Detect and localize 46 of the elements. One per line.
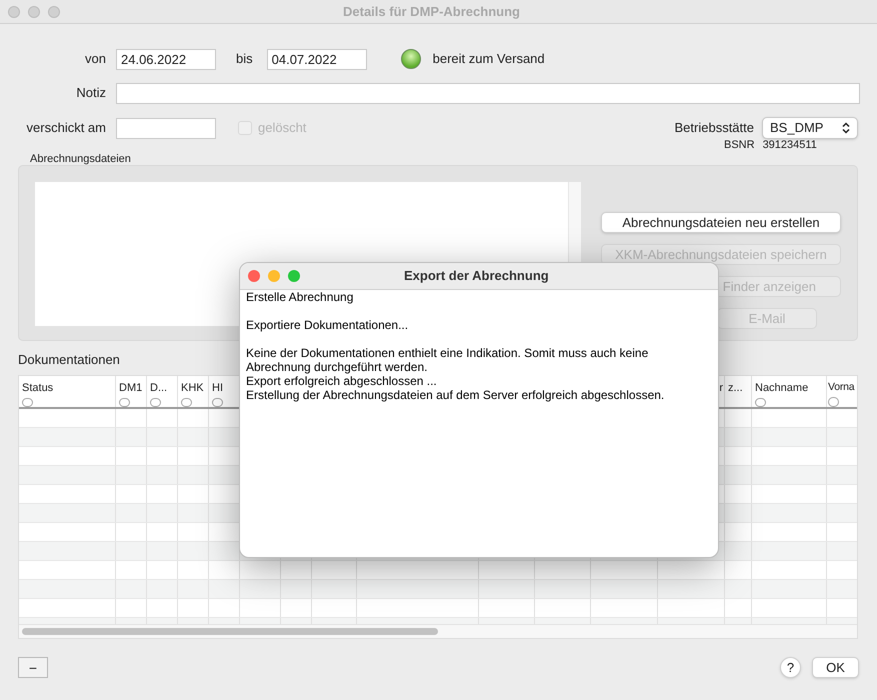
field-label: BSNR (724, 138, 755, 153)
action-button[interactable]: Abrechnungsdateien neu erstellen (601, 212, 841, 232)
window-control-icon[interactable] (248, 270, 260, 282)
help-button[interactable]: ? (780, 657, 801, 678)
checkbox-label: gelöscht (258, 119, 306, 138)
group-title: Abrechnungsdateien (30, 152, 131, 164)
window-control-icon[interactable] (288, 270, 300, 282)
dialog-title: Export der Abrechnung (404, 267, 549, 286)
window-control-icon[interactable] (48, 6, 60, 18)
field-label: von (84, 50, 106, 68)
window-control-icon[interactable] (8, 6, 20, 18)
radio-icon[interactable] (755, 398, 766, 406)
radio-icon[interactable] (212, 398, 223, 406)
column-header[interactable]: Status (22, 380, 112, 396)
scrollbar-thumb[interactable] (22, 628, 438, 634)
remove-button[interactable]: − (18, 657, 48, 678)
ok-button[interactable]: OK (812, 657, 859, 678)
radio-icon[interactable] (119, 398, 130, 406)
window-title: Details für DMP-Abrechnung (343, 2, 520, 21)
column-header[interactable]: HI (212, 380, 236, 396)
chevron-icon (842, 122, 850, 134)
input-field[interactable] (116, 82, 860, 104)
radio-icon[interactable] (150, 398, 161, 406)
radio-icon[interactable] (828, 397, 839, 406)
field-label: verschickt am (26, 119, 106, 138)
input-field[interactable]: 24.06.2022 (116, 48, 216, 70)
select-dropdown[interactable]: BS_DMP (762, 117, 858, 139)
window-control-icon[interactable] (268, 270, 280, 282)
input-field[interactable] (116, 118, 216, 138)
column-header[interactable]: r (719, 380, 723, 396)
section-title: Dokumentationen (18, 350, 120, 366)
bsnr-value: 391234511 (762, 138, 817, 153)
field-label: bis (236, 50, 253, 68)
radio-icon[interactable] (22, 398, 33, 406)
status-text: bereit zum Versand (432, 50, 545, 68)
window-control-icon[interactable] (28, 6, 40, 18)
column-header[interactable]: z... (728, 380, 748, 396)
column-header[interactable]: DM1 (119, 380, 143, 396)
column-header[interactable]: Nachname (755, 380, 823, 396)
column-header[interactable]: D... (150, 380, 174, 396)
column-header[interactable]: KHK (181, 380, 205, 396)
column-header[interactable]: Vorna (828, 380, 857, 396)
input-field[interactable]: 04.07.2022 (266, 48, 367, 70)
field-label: Betriebsstätte (674, 119, 754, 138)
field-label: Notiz (75, 84, 106, 102)
radio-icon[interactable] (181, 398, 192, 406)
